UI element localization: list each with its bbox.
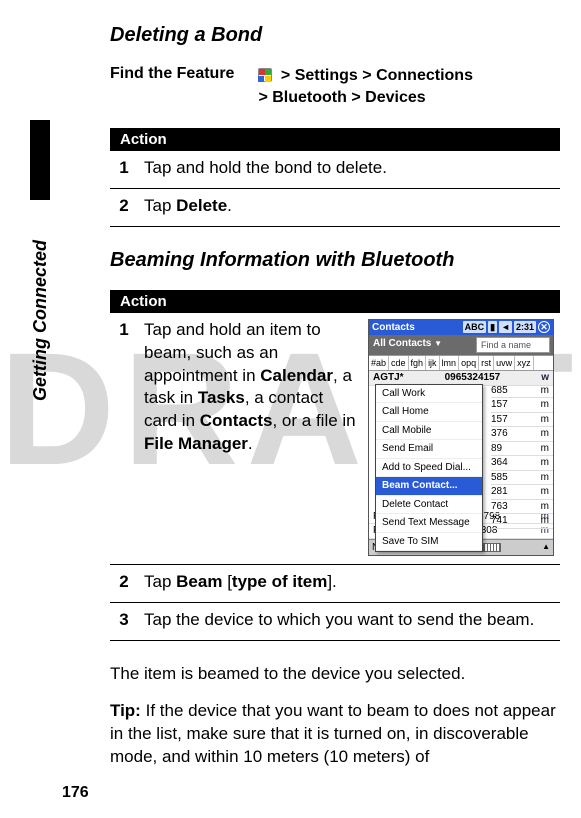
step-number: 2: [110, 565, 138, 603]
heading-beaming: Beaming Information with Bluetooth: [110, 249, 560, 272]
ui-file-manager: File Manager: [144, 434, 248, 453]
page-number: 176: [62, 784, 89, 802]
nav-path: > Settings > Connections > Bluetooth > D…: [258, 65, 473, 110]
side-tab-marker: [30, 120, 50, 200]
path-sep2: >: [362, 67, 376, 84]
ui-calendar: Calendar: [260, 366, 333, 385]
tray-clock: 2:31: [514, 321, 536, 333]
search-input[interactable]: Find a name: [476, 337, 550, 353]
tray-volume-icon: ◄: [499, 321, 512, 333]
menu-add-speed-dial[interactable]: Add to Speed Dial...: [376, 459, 482, 478]
ui-beam: Beam: [176, 572, 222, 591]
menu-call-work[interactable]: Call Work: [376, 385, 482, 404]
action-table-1: Action 1 Tap and hold the bond to delete…: [110, 128, 560, 227]
action-header-1: Action: [110, 128, 560, 151]
menu-call-home[interactable]: Call Home: [376, 403, 482, 422]
action-table-2: Action 1 Tap and hold an item to beam, s…: [110, 290, 560, 642]
chevron-down-icon: ▼: [434, 339, 442, 348]
action-header-2: Action: [110, 290, 560, 313]
close-icon[interactable]: ✕: [538, 321, 550, 333]
context-menu[interactable]: Call Work Call Home Call Mobile Send Ema…: [375, 384, 483, 553]
alpha-tabs[interactable]: #abcdefghijklmnopqrstuvwxyz: [369, 355, 553, 371]
find-the-feature-label: Find the Feature: [110, 65, 234, 110]
ui-type-of-item: type of item: [232, 572, 327, 591]
ui-contacts: Contacts: [200, 411, 273, 430]
tray-keyboard-mode: ABC: [463, 321, 487, 333]
menu-beam-contact[interactable]: Beam Contact...: [376, 477, 482, 496]
step-text: Tap Beam [type of item].: [138, 565, 560, 603]
path-bluetooth: Bluetooth: [272, 89, 347, 106]
keyboard-icon[interactable]: [483, 543, 501, 552]
step-number: 1: [110, 313, 138, 565]
menu-send-email[interactable]: Send Email: [376, 440, 482, 459]
paragraph-result: The item is beamed to the device you sel…: [110, 663, 560, 686]
path-settings: Settings: [295, 67, 358, 84]
path-sep1: >: [281, 67, 295, 84]
path-sep3: >: [258, 89, 272, 106]
menu-delete-contact[interactable]: Delete Contact: [376, 496, 482, 515]
heading-deleting-bond: Deleting a Bond: [110, 24, 560, 47]
start-icon: [258, 68, 272, 82]
side-chapter-label: Getting Connected: [30, 240, 51, 401]
menu-call-mobile[interactable]: Call Mobile: [376, 422, 482, 441]
step-number: 3: [110, 603, 138, 641]
path-devices: Devices: [365, 89, 426, 106]
menu-save-to-sim[interactable]: Save To SIM: [376, 533, 482, 552]
step-text: Tap the device to which you want to send…: [138, 603, 560, 641]
step-number: 2: [110, 188, 138, 226]
step-number: 1: [110, 151, 138, 188]
menu-send-text[interactable]: Send Text Message: [376, 514, 482, 533]
contacts-filter[interactable]: All Contacts ▼: [369, 335, 473, 355]
app-title: Contacts: [372, 321, 415, 335]
device-screenshot: Contacts ABC ▮ ◄ 2:31 ✕ All Conta: [368, 319, 554, 557]
step-text: Tap and hold the bond to delete.: [138, 151, 560, 188]
path-sep4: >: [351, 89, 365, 106]
tray-signal-icon: ▮: [488, 321, 497, 333]
step-text: Tap and hold an item to beam, such as an…: [138, 313, 560, 565]
paragraph-tip: Tip: If the device that you want to beam…: [110, 700, 560, 769]
ui-tasks: Tasks: [198, 388, 245, 407]
chevron-up-icon: ▲: [542, 542, 550, 553]
ui-delete: Delete: [176, 196, 227, 215]
path-connections: Connections: [376, 67, 473, 84]
step-text: Tap Delete.: [138, 188, 560, 226]
